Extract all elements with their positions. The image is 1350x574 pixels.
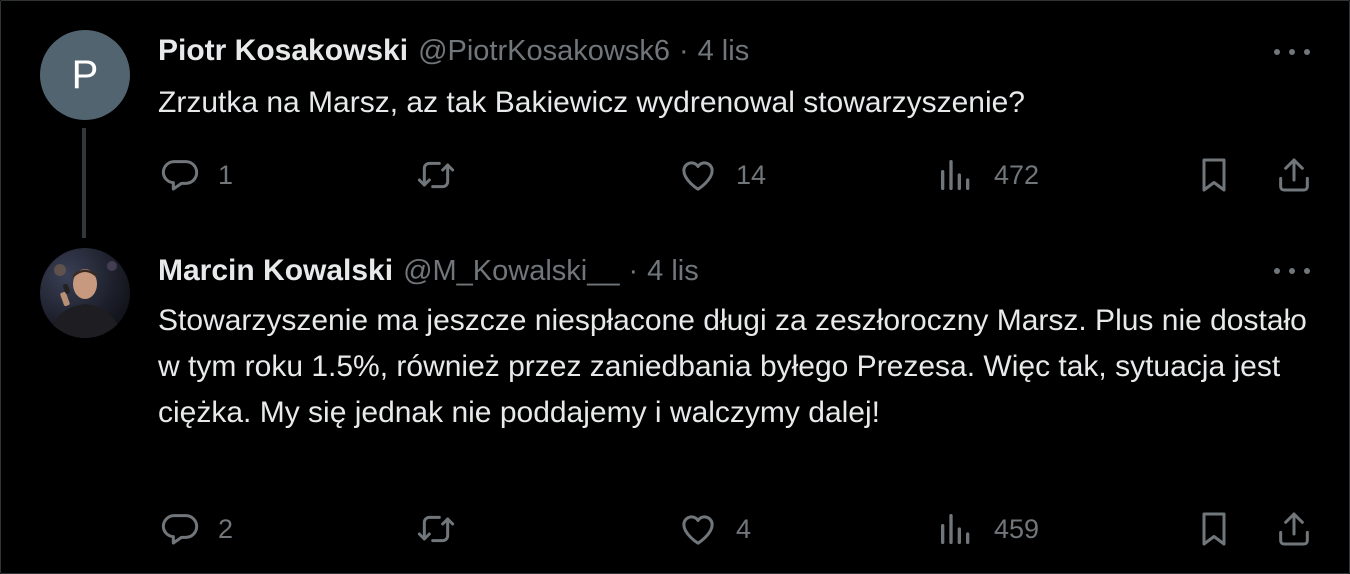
tweet-text: Zrzutka na Marsz, az tak Bakiewicz wydre… xyxy=(158,86,1025,119)
tweet-time[interactable]: 4 lis xyxy=(647,255,699,288)
separator-dot: · xyxy=(678,35,689,67)
share-button[interactable] xyxy=(1274,506,1314,552)
repost-icon xyxy=(417,515,455,543)
share-icon xyxy=(1279,512,1309,546)
repost-button[interactable] xyxy=(416,506,474,552)
share-icon xyxy=(1279,158,1309,192)
reply-count: 2 xyxy=(218,513,234,544)
reply-icon xyxy=(161,514,199,545)
tweet-actions: 2 4 459 xyxy=(0,506,1350,552)
author-name[interactable]: Piotr Kosakowski xyxy=(158,34,408,68)
more-horizontal-icon[interactable] xyxy=(1274,266,1310,276)
bookmark-button[interactable] xyxy=(1194,152,1234,198)
author-name[interactable]: Marcin Kowalski xyxy=(158,254,393,288)
share-button[interactable] xyxy=(1274,152,1314,198)
heart-icon xyxy=(682,515,714,545)
tweet-actions: 1 14 472 xyxy=(0,152,1350,198)
repost-button[interactable] xyxy=(416,152,474,198)
tweet-header: Marcin Kowalski @M_Kowalski__ · 4 lis xyxy=(158,254,699,288)
author-handle[interactable]: @M_Kowalski__ xyxy=(403,255,619,288)
separator-dot: · xyxy=(628,255,639,287)
reply-icon xyxy=(161,160,199,191)
avatar[interactable] xyxy=(40,248,130,338)
avatar[interactable]: P xyxy=(40,30,130,120)
tweet-1[interactable]: P Piotr Kosakowski @PiotrKosakowsk6 · 4 … xyxy=(0,0,1350,240)
like-count: 14 xyxy=(736,159,767,190)
like-button[interactable]: 14 xyxy=(678,152,766,198)
views-button[interactable]: 459 xyxy=(936,506,1039,552)
views-chart-icon xyxy=(941,514,970,544)
like-button[interactable]: 4 xyxy=(678,506,751,552)
bookmark-icon xyxy=(1202,158,1226,192)
tweet-header: Piotr Kosakowski @PiotrKosakowsk6 · 4 li… xyxy=(158,34,749,68)
views-count: 472 xyxy=(994,159,1040,190)
like-count: 4 xyxy=(736,513,752,544)
repost-icon xyxy=(417,161,455,189)
tweet-time[interactable]: 4 lis xyxy=(698,35,750,68)
bookmark-icon xyxy=(1202,512,1226,546)
views-count: 459 xyxy=(994,513,1040,544)
avatar-photo xyxy=(40,248,130,338)
views-chart-icon xyxy=(941,160,970,190)
tweet-text: Stowarzyszenie ma jeszcze niespłacone dł… xyxy=(158,304,1307,429)
bookmark-button[interactable] xyxy=(1194,506,1234,552)
heart-icon xyxy=(682,161,714,191)
more-horizontal-icon[interactable] xyxy=(1274,47,1310,57)
reply-button[interactable]: 1 xyxy=(160,152,233,198)
reply-button[interactable]: 2 xyxy=(160,506,233,552)
reply-count: 1 xyxy=(218,159,234,190)
views-button[interactable]: 472 xyxy=(936,152,1039,198)
author-handle[interactable]: @PiotrKosakowsk6 xyxy=(418,35,670,68)
